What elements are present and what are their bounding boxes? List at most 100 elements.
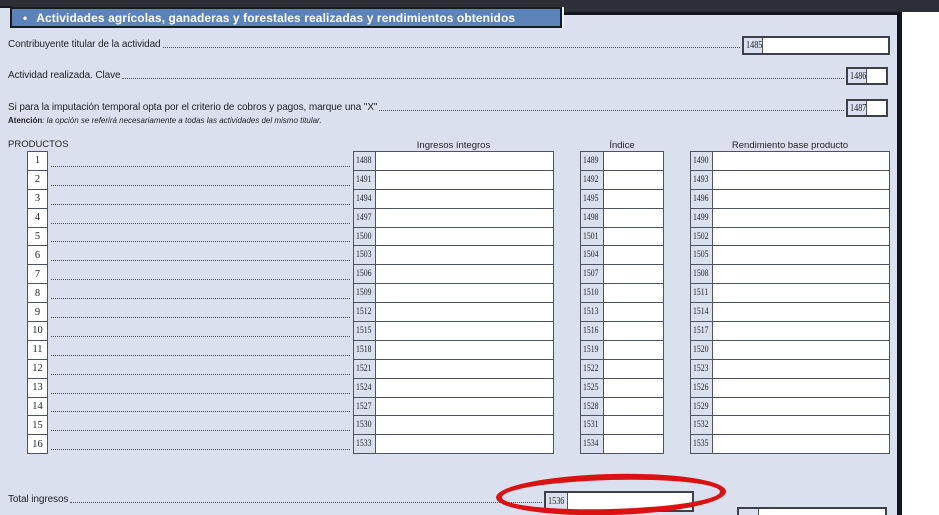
rendimiento-input[interactable] xyxy=(713,228,889,246)
field-code-label xyxy=(739,509,759,515)
indice-input[interactable] xyxy=(604,398,663,416)
rendimiento-input[interactable] xyxy=(713,379,889,397)
indice-input[interactable] xyxy=(604,303,663,321)
ingresos-input[interactable] xyxy=(376,398,553,416)
indice-cell: 1504 xyxy=(580,245,664,265)
bullet-icon: • xyxy=(23,12,27,24)
imputacion-x-input[interactable] xyxy=(867,101,886,115)
viewer-top-bar-right xyxy=(564,0,939,12)
ingresos-cell: 1491 xyxy=(353,170,554,190)
field-code-label: 1532 xyxy=(691,416,713,434)
rendimiento-input[interactable] xyxy=(713,303,889,321)
rendimiento-input[interactable] xyxy=(713,322,889,340)
table-row: 16 1533 1534 1535 xyxy=(0,434,897,454)
field-code-label: 1528 xyxy=(581,398,604,416)
viewer-top-bar-left xyxy=(0,0,564,7)
contribuyente-input[interactable] xyxy=(763,38,888,53)
row-total-ingresos: Total ingresos xyxy=(8,494,544,505)
ingresos-input[interactable] xyxy=(376,265,553,283)
ingresos-input[interactable] xyxy=(376,152,553,170)
row-number: 15 xyxy=(27,415,48,435)
section-title: Actividades agrícolas, ganaderas y fores… xyxy=(36,11,515,25)
rendimiento-input[interactable] xyxy=(713,246,889,264)
field-code-label: 1491 xyxy=(354,171,376,189)
ingresos-input[interactable] xyxy=(376,303,553,321)
ingresos-input[interactable] xyxy=(376,341,553,359)
rendimiento-cell: 1523 xyxy=(690,359,890,379)
indice-cell: 1489 xyxy=(580,151,664,171)
indice-input[interactable] xyxy=(604,246,663,264)
indice-input[interactable] xyxy=(604,190,663,208)
indice-cell: 1522 xyxy=(580,359,664,379)
indice-cell: 1528 xyxy=(580,397,664,417)
dotted-leader xyxy=(51,393,350,394)
indice-cell: 1531 xyxy=(580,415,664,435)
actividad-clave-input[interactable] xyxy=(867,69,886,83)
rendimiento-input[interactable] xyxy=(713,435,889,453)
dotted-leader xyxy=(51,241,350,242)
ingresos-input[interactable] xyxy=(376,360,553,378)
row-number: 7 xyxy=(27,264,48,284)
rendimiento-input[interactable] xyxy=(713,265,889,283)
rendimiento-input[interactable] xyxy=(713,341,889,359)
rendimiento-input[interactable] xyxy=(713,360,889,378)
rendimiento-input[interactable] xyxy=(713,171,889,189)
indice-input[interactable] xyxy=(604,379,663,397)
indice-cell: 1492 xyxy=(580,170,664,190)
rendimiento-input[interactable] xyxy=(713,209,889,227)
rendimiento-input[interactable] xyxy=(713,190,889,208)
field-code-label: 1498 xyxy=(581,209,604,227)
ingresos-cell: 1509 xyxy=(353,283,554,303)
rendimiento-input[interactable] xyxy=(713,416,889,434)
row-number: 3 xyxy=(27,189,48,209)
ingresos-input[interactable] xyxy=(376,435,553,453)
column-header-rendimiento: Rendimiento base producto xyxy=(690,140,890,151)
field-1536: 1536 xyxy=(544,491,694,512)
table-row: 7 1506 1507 1508 xyxy=(0,264,897,284)
indice-input[interactable] xyxy=(604,341,663,359)
rendimiento-input[interactable] xyxy=(713,152,889,170)
ingresos-input[interactable] xyxy=(376,246,553,264)
actividad-label: Actividad realizada. Clave xyxy=(8,70,120,81)
rendimiento-input[interactable] xyxy=(713,398,889,416)
field-code-label: 1509 xyxy=(354,284,376,302)
field-code-label: 1523 xyxy=(691,360,713,378)
indice-input[interactable] xyxy=(604,265,663,283)
imputacion-label: Si para la imputación temporal opta por … xyxy=(8,102,377,113)
indice-cell: 1516 xyxy=(580,321,664,341)
indice-input[interactable] xyxy=(604,284,663,302)
rendimiento-cell: 1532 xyxy=(690,415,890,435)
indice-input[interactable] xyxy=(604,152,663,170)
ingresos-cell: 1512 xyxy=(353,302,554,322)
ingresos-input[interactable] xyxy=(376,322,553,340)
field-code-label: 1501 xyxy=(581,228,604,246)
table-row: 8 1509 1510 1511 xyxy=(0,283,897,303)
indice-input[interactable] xyxy=(604,171,663,189)
indice-input[interactable] xyxy=(604,322,663,340)
field-code-label: 1492 xyxy=(581,171,604,189)
field-code-label: 1527 xyxy=(354,398,376,416)
rendimiento-input[interactable] xyxy=(713,284,889,302)
indice-input[interactable] xyxy=(604,360,663,378)
ingresos-input[interactable] xyxy=(376,416,553,434)
indice-cell: 1519 xyxy=(580,340,664,360)
field-code-label: 1536 xyxy=(546,493,568,510)
field-code-label: 1521 xyxy=(354,360,376,378)
indice-input[interactable] xyxy=(604,209,663,227)
ingresos-input[interactable] xyxy=(376,209,553,227)
ingresos-input[interactable] xyxy=(376,379,553,397)
field-code-label: 1530 xyxy=(354,416,376,434)
ingresos-input[interactable] xyxy=(376,171,553,189)
rendimiento-cell: 1511 xyxy=(690,283,890,303)
partial-next-field xyxy=(737,507,887,515)
ingresos-input[interactable] xyxy=(376,228,553,246)
partial-field-input[interactable] xyxy=(759,509,885,515)
dotted-leader xyxy=(51,204,350,205)
indice-input[interactable] xyxy=(604,416,663,434)
total-ingresos-input[interactable] xyxy=(568,493,692,510)
ingresos-input[interactable] xyxy=(376,190,553,208)
ingresos-cell: 1518 xyxy=(353,340,554,360)
ingresos-input[interactable] xyxy=(376,284,553,302)
indice-input[interactable] xyxy=(604,435,663,453)
indice-input[interactable] xyxy=(604,228,663,246)
